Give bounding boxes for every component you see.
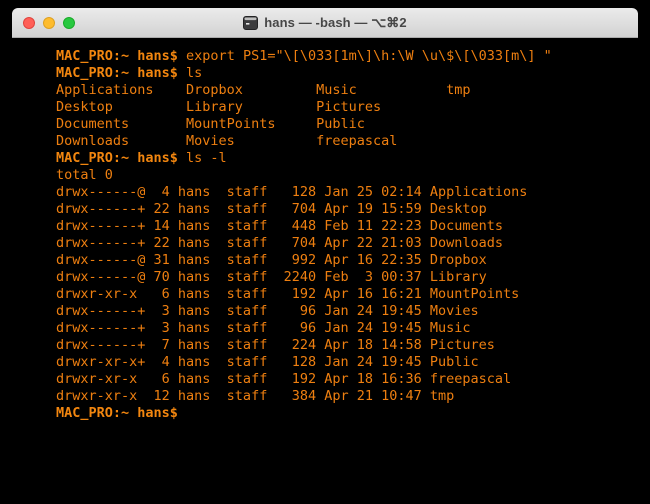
terminal-line: MAC_PRO:~ hans$ ls xyxy=(56,65,630,82)
terminal-line: drwx------+ 22 hans staff 704 Apr 22 21:… xyxy=(56,235,504,251)
terminal-line: Documents MountPoints Public xyxy=(56,116,365,132)
terminal-body[interactable]: MAC_PRO:~ hans$ export PS1="\[\033[1m\]\… xyxy=(12,38,638,490)
terminal-line: MAC_PRO:~ hans$ export PS1="\[\033[1m\]\… xyxy=(56,48,630,65)
title-bar[interactable]: hans — -bash — ⌥⌘2 xyxy=(12,8,638,38)
shell-prompt: MAC_PRO:~ hans$ xyxy=(56,405,178,421)
terminal-line: drwx------+ 7 hans staff 224 Apr 18 14:5… xyxy=(56,337,495,353)
shell-prompt: MAC_PRO:~ hans$ xyxy=(56,65,178,81)
terminal-line: Downloads Movies freepascal xyxy=(56,133,398,149)
terminal-window: hans — -bash — ⌥⌘2 MAC_PRO:~ hans$ expor… xyxy=(12,8,638,490)
terminal-line: MAC_PRO:~ hans$ xyxy=(56,405,630,422)
terminal-line: drwx------@ 31 hans staff 992 Apr 16 22:… xyxy=(56,252,487,268)
terminal-line: drwx------@ 70 hans staff 2240 Feb 3 00:… xyxy=(56,269,487,285)
shell-command: ls -l xyxy=(177,150,227,166)
minimize-button[interactable] xyxy=(43,16,55,29)
title-area: hans — -bash — ⌥⌘2 xyxy=(12,8,638,37)
terminal-lines: MAC_PRO:~ hans$ export PS1="\[\033[1m\]\… xyxy=(56,48,630,422)
terminal-proxy-icon xyxy=(243,15,259,30)
terminal-line: MAC_PRO:~ hans$ ls -l xyxy=(56,150,630,167)
terminal-line: drwx------+ 14 hans staff 448 Feb 11 22:… xyxy=(56,218,504,234)
terminal-line: drwxr-xr-x+ 4 hans staff 128 Jan 24 19:4… xyxy=(56,354,479,370)
window-controls xyxy=(23,16,75,29)
window-title: hans — -bash — ⌥⌘2 xyxy=(264,14,407,30)
terminal-line: drwx------+ 3 hans staff 96 Jan 24 19:45… xyxy=(56,320,471,336)
terminal-line: Applications Dropbox Music tmp xyxy=(56,82,471,98)
terminal-line: drwx------+ 3 hans staff 96 Jan 24 19:45… xyxy=(56,303,479,319)
close-button[interactable] xyxy=(23,16,35,29)
terminal-line: drwx------+ 22 hans staff 704 Apr 19 15:… xyxy=(56,201,487,217)
terminal-line: drwx------@ 4 hans staff 128 Jan 25 02:1… xyxy=(56,184,528,200)
terminal-line: drwxr-xr-x 12 hans staff 384 Apr 21 10:4… xyxy=(56,388,455,404)
terminal-line: drwxr-xr-x 6 hans staff 192 Apr 16 16:21… xyxy=(56,286,520,302)
terminal-line: total 0 xyxy=(56,167,113,183)
terminal-line: Desktop Library Pictures xyxy=(56,99,382,115)
terminal-line: drwxr-xr-x 6 hans staff 192 Apr 18 16:36… xyxy=(56,371,512,387)
shell-prompt: MAC_PRO:~ hans$ xyxy=(56,150,178,166)
shell-command: export PS1="\[\033[1m\]\h:\W \u\$\[\033[… xyxy=(177,48,552,64)
zoom-button[interactable] xyxy=(63,16,75,29)
shell-prompt: MAC_PRO:~ hans$ xyxy=(56,48,178,64)
shell-command: ls xyxy=(177,65,203,81)
